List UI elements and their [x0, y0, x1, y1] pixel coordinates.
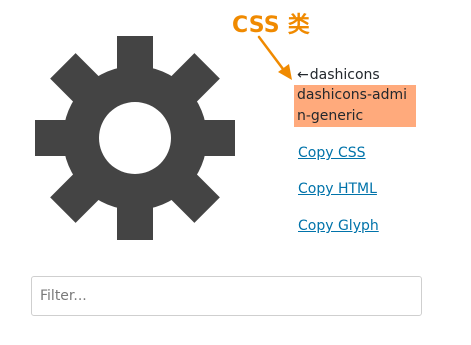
copy-css-link[interactable]: Copy CSS: [298, 145, 366, 161]
copy-glyph-link[interactable]: Copy Glyph: [298, 218, 379, 234]
gear-icon: [35, 36, 235, 240]
alias-text: dashicons: [309, 67, 380, 83]
filter-input[interactable]: [31, 276, 422, 316]
left-arrow-icon: ←: [297, 67, 309, 83]
alias-line: ←dashicons: [297, 66, 457, 85]
icon-info-panel: ←dashicons dashicons-admin-generic: [294, 66, 457, 127]
copy-html-link[interactable]: Copy HTML: [298, 181, 377, 197]
annotation-arrow-icon: [257, 35, 292, 80]
class-name-highlight[interactable]: dashicons-admin-generic: [294, 85, 416, 127]
